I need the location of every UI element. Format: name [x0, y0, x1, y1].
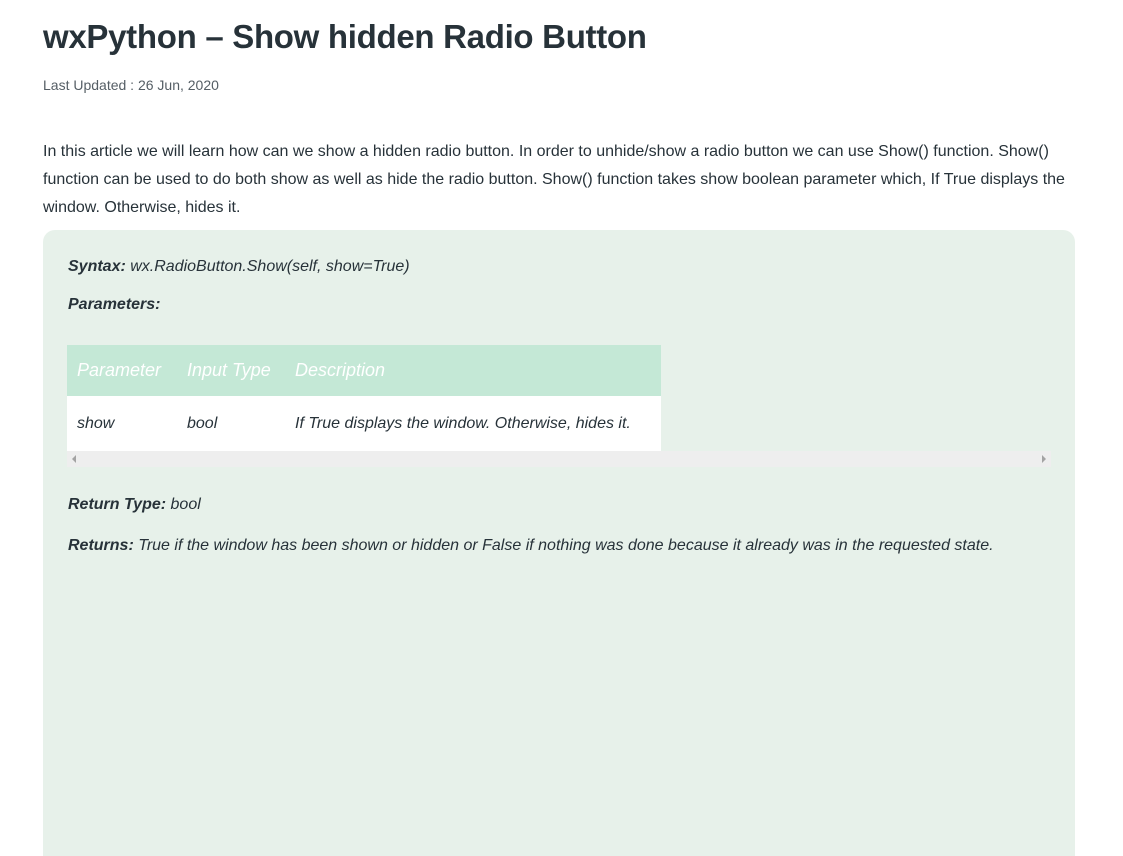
returns-value: True if the window has been shown or hid… [133, 537, 994, 554]
syntax-value: wx.RadioButton.Show(self, show=True) [125, 258, 410, 275]
syntax-label: Syntax: [68, 258, 126, 275]
syntax-line: Syntax: wx.RadioButton.Show(self, show=T… [68, 258, 410, 276]
parameters-line: Parameters: [68, 296, 161, 314]
table-cell-description: If True displays the window. Otherwise, … [295, 414, 631, 432]
table-header-input-type: Input Type [187, 360, 271, 380]
parameters-label: Parameters: [68, 296, 161, 313]
returns-line: Returns: True if the window has been sho… [68, 532, 1048, 560]
table-header-parameter: Parameter [77, 360, 162, 380]
horizontal-scrollbar[interactable] [67, 451, 1051, 467]
return-type-label: Return Type: [68, 496, 167, 513]
page-title: wxPython – Show hidden Radio Button [43, 18, 647, 55]
scroll-left-arrow-icon[interactable] [72, 455, 76, 463]
last-updated-date: Last Updated : 26 Jun, 2020 [43, 77, 219, 93]
returns-label: Returns: [68, 537, 134, 554]
return-type-line: Return Type: bool [68, 496, 201, 514]
syntax-box: Syntax: wx.RadioButton.Show(self, show=T… [43, 230, 1075, 856]
table-header-row: Parameter Input Type Description [67, 345, 661, 396]
return-type-value: bool [166, 496, 201, 513]
intro-paragraph: In this article we will learn how can we… [43, 143, 1065, 216]
scroll-right-arrow-icon[interactable] [1042, 455, 1046, 463]
table-header-description: Description [295, 360, 386, 380]
table-cell-input-type: bool [187, 414, 218, 432]
article-page: wxPython – Show hidden Radio Button Last… [0, 0, 1123, 856]
parameters-table: Parameter Input Type Description show bo… [67, 345, 661, 451]
table-row: show bool If True displays the window. O… [67, 396, 661, 451]
table-cell-parameter: show [77, 414, 115, 432]
